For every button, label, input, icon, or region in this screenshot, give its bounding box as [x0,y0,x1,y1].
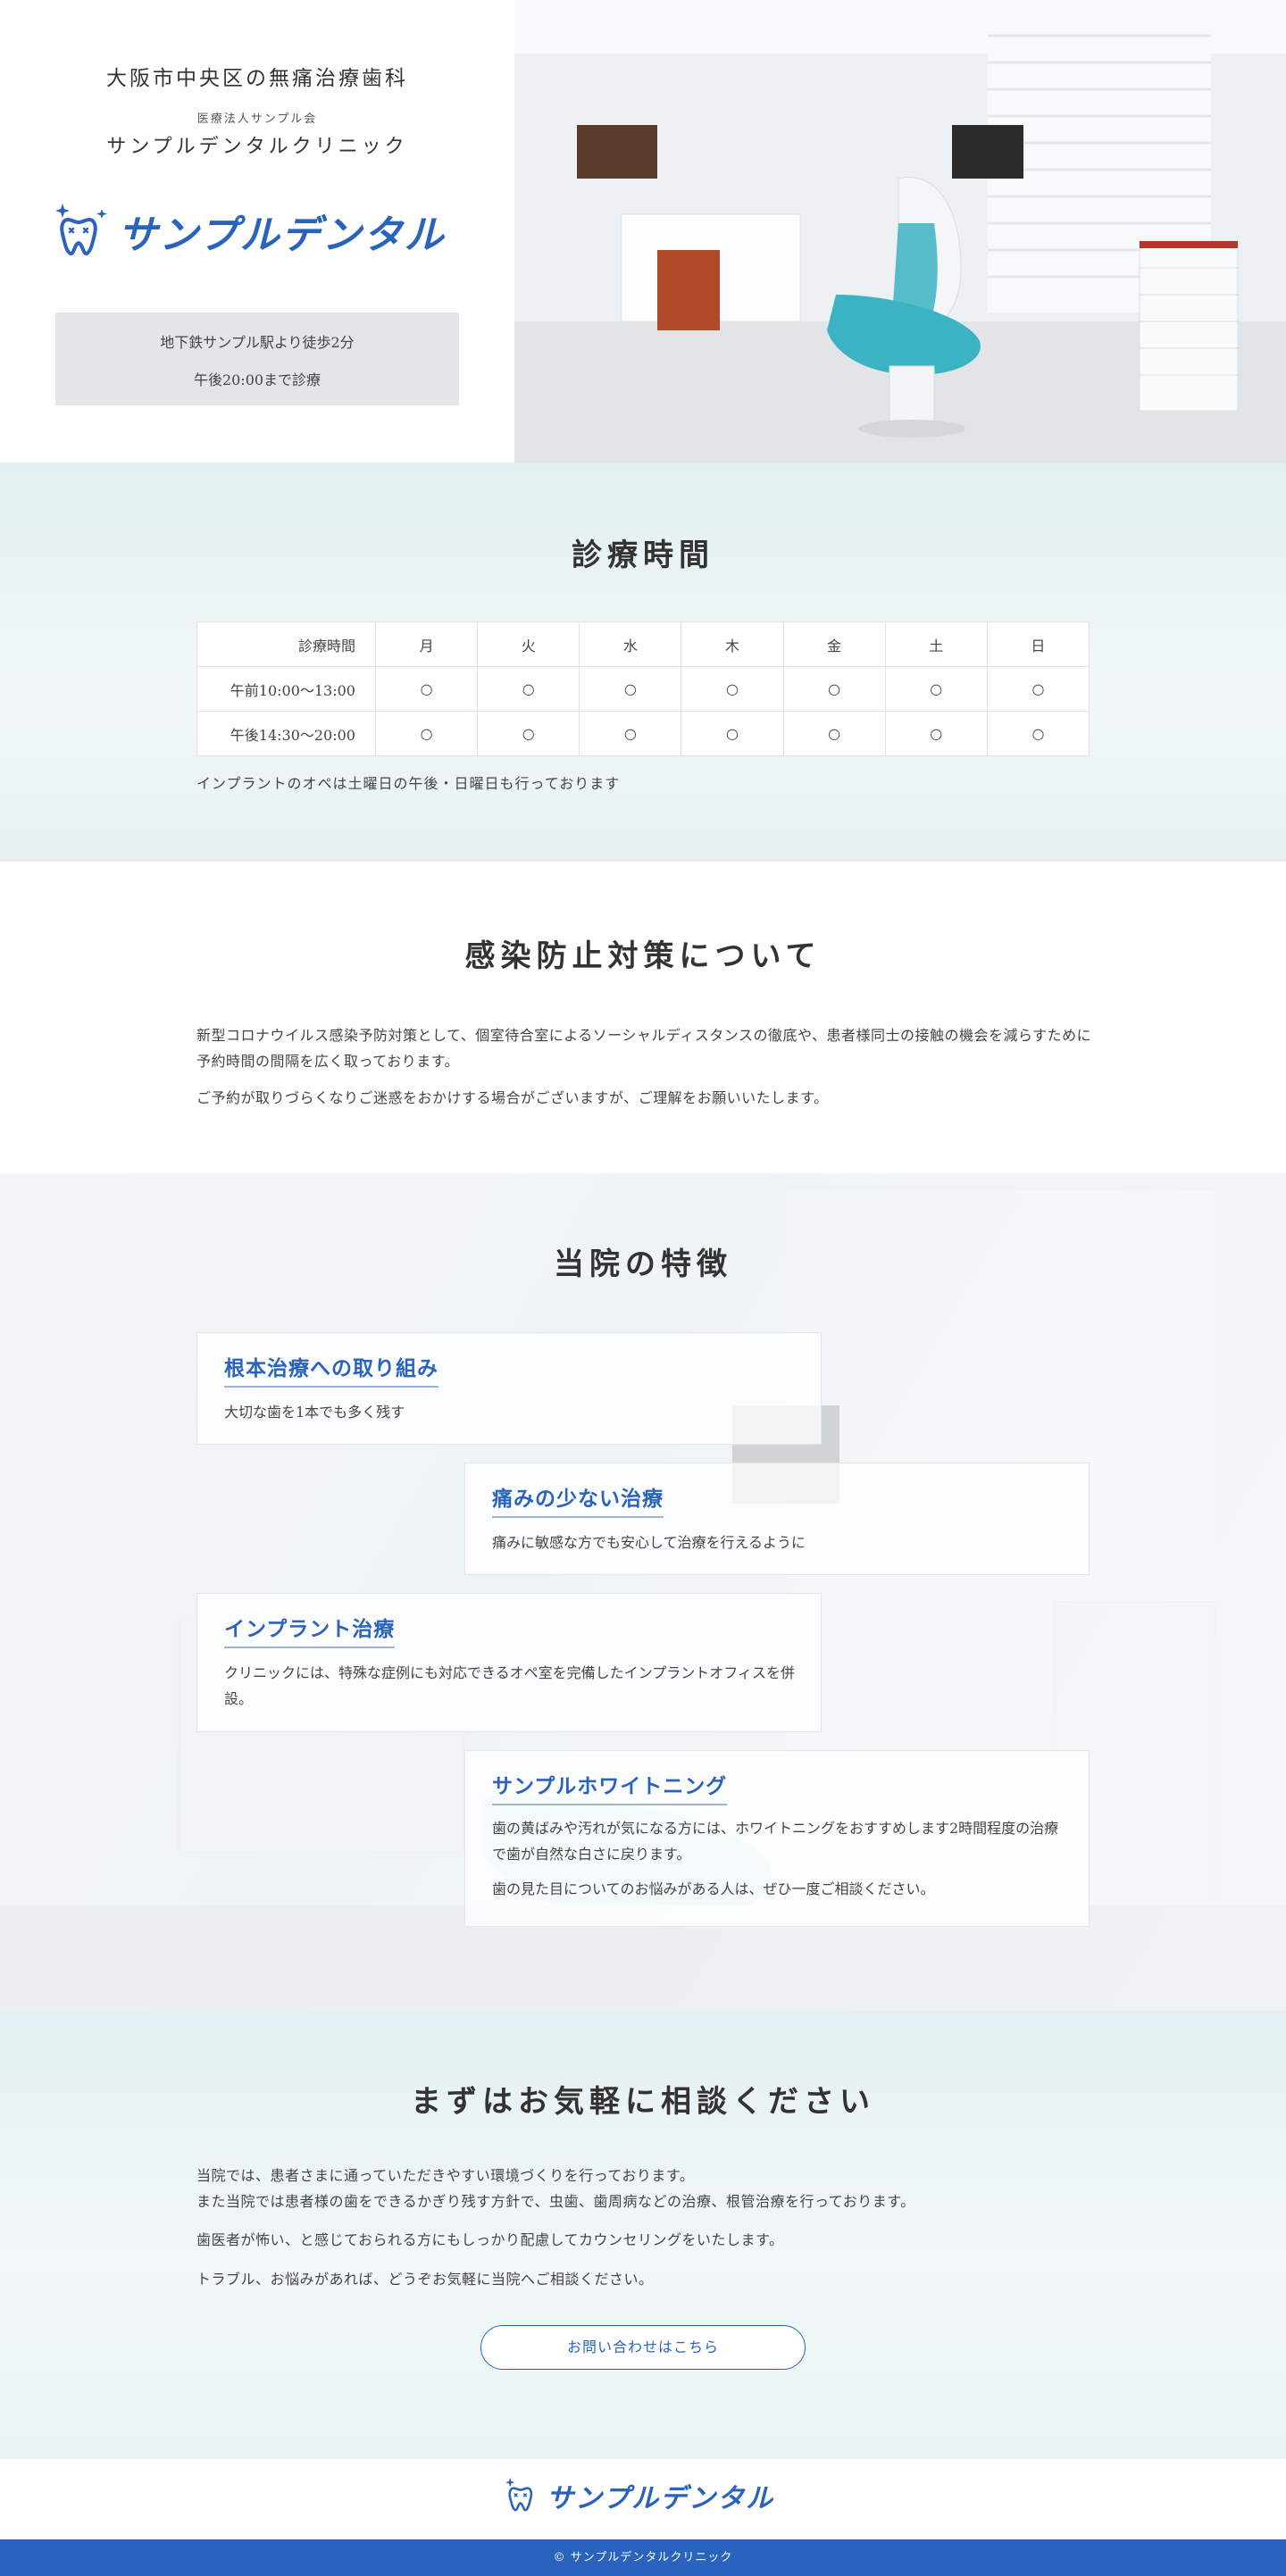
logo-wordmark: サンプルデンタル [547,2483,775,2514]
feature-card-painless: 痛みの少ない治療 痛みに敏感な方でも安心して治療を行えるように [464,1463,1090,1575]
infection-paragraph-1: 新型コロナウイルス感染予防対策として、個室待合室によるソーシャルディスタンスの徹… [196,1027,1092,1070]
open-mark: ○ [579,711,682,756]
hours-title: 診療時間 [572,538,714,573]
header-cell: 月 [374,621,479,667]
open-mark: ○ [374,666,479,712]
logo-wordmark: サンプルデンタル [118,213,446,258]
hero-clinic-photo [514,0,1286,463]
tooth-sparkle-icon [505,2478,533,2512]
hero-lead: 大阪市中央区の無痛治療歯科 [106,67,408,90]
table-row: 午後14:30〜20:00 ○ ○ ○ ○ ○ ○ ○ [196,711,1090,756]
access-info-box: 地下鉄サンプル駅より徒歩2分 午後20:00まで診療 [55,313,459,405]
open-mark: ○ [477,666,580,712]
consult-paragraph-1: 当院では、患者さまに通っていただきやすい環境づくりを行っております。 また当院で… [196,2167,915,2210]
feature-text: 歯の黄ばみや汚れが気になる方には、ホワイトニングをおすすめします2時間程度の治療… [492,1820,1059,1863]
feature-card-root-canal: 根本治療への取り組み 大切な歯を1本でも多く残す [196,1332,822,1445]
footer: サンプルデンタル [0,2459,1286,2539]
consultation-hours-section: 診療時間 診療時間 月 火 水 木 金 土 日 午前10:00〜13:00 ○ … [0,463,1286,859]
open-mark: ○ [681,711,784,756]
feature-card-implant: インプラント治療 クリニックには、特殊な症例にも対応できるオペ室を完備したインプ… [196,1593,822,1732]
open-mark: ○ [477,711,580,756]
feature-text: 痛みに敏感な方でも安心して治療を行えるように [492,1534,806,1551]
header-cell: 診療時間 [196,621,376,667]
consultation-section: まずはお気軽に相談ください 当院では、患者さまに通っていただきやすい環境づくりを… [0,2011,1286,2459]
contact-button[interactable]: お問い合わせはこちら [480,2325,806,2370]
header-cell: 金 [782,621,886,667]
feature-title: サンプルホワイトニング [492,1769,728,1805]
consult-title: まずはお気軽に相談ください [411,2084,875,2120]
open-mark: ○ [579,666,682,712]
table-header-row: 診療時間 月 火 水 木 金 土 日 [196,621,1090,667]
clinic-logo[interactable]: サンプルデンタル [55,202,446,261]
open-mark: ○ [782,711,886,756]
copyright-text: © サンプルデンタルクリニック [553,2551,733,2564]
hours-note: インプラントのオペは土曜日の午後・日曜日も行っております [196,775,621,792]
feature-title: 根本治療への取り組み [224,1351,438,1388]
infection-prevention-section: 感染防止対策について 新型コロナウイルス感染予防対策として、個室待合室によるソー… [0,859,1286,1173]
open-mark: ○ [884,711,988,756]
footer-logo[interactable]: サンプルデンタル [505,2475,774,2516]
feature-title: インプラント治療 [224,1612,396,1648]
table-row: 午前10:00〜13:00 ○ ○ ○ ○ ○ ○ ○ [196,666,1090,712]
time-cell: 午前10:00〜13:00 [196,666,376,712]
hero-clinic-name: サンプルデンタルクリニック [106,136,408,158]
copyright-bar: © サンプルデンタルクリニック [0,2539,1286,2576]
feature-text: 歯の見た目についてのお悩みがある人は、ぜひ一度ご相談ください。 [492,1880,935,1897]
feature-text: クリニックには、特殊な症例にも対応できるオペ室を完備したインプラントオフィスを併… [224,1664,795,1707]
hero-section: 大阪市中央区の無痛治療歯科 医療法人サンプル会 サンプルデンタルクリニック サン… [0,0,1286,463]
dental-clinic-image [514,0,1286,463]
open-mark: ○ [782,666,886,712]
open-mark: ○ [374,711,479,756]
infection-paragraph-2: ご予約が取りづらくなりご迷惑をおかけする場合がございますが、ご理解をお願いいたし… [196,1089,829,1106]
header-cell: 日 [986,621,1090,667]
header-cell: 水 [579,621,682,667]
consult-paragraph-3: トラブル、お悩みがあれば、どうぞお気軽に当院へご相談ください。 [196,2271,654,2288]
open-mark: ○ [884,666,988,712]
feature-text: 大切な歯を1本でも多く残す [224,1404,405,1421]
time-cell: 午後14:30〜20:00 [196,711,376,756]
features-title: 当院の特徴 [554,1246,732,1282]
features-section: 当院の特徴 根本治療への取り組み 大切な歯を1本でも多く残す 痛みの少ない治療 … [0,1173,1286,2011]
tooth-sparkle-icon [55,204,107,255]
header-cell: 土 [884,621,988,667]
hero-corporation: 医療法人サンプル会 [196,113,318,126]
header-cell: 木 [681,621,784,667]
consult-paragraph-2: 歯医者が怖い、と感じておられる方にもしっかり配慮してカウンセリングをいたします。 [196,2231,784,2248]
open-mark: ○ [986,711,1090,756]
open-mark: ○ [681,666,784,712]
access-hours: 午後20:00まで診療 [193,371,322,388]
access-station: 地下鉄サンプル駅より徒歩2分 [160,334,355,351]
feature-card-whitening: サンプルホワイトニング 歯の黄ばみや汚れが気になる方には、ホワイトニングをおすす… [464,1750,1090,1927]
hero-info-panel: 大阪市中央区の無痛治療歯科 医療法人サンプル会 サンプルデンタルクリニック サン… [0,0,514,463]
header-cell: 火 [477,621,580,667]
infection-title: 感染防止対策について [464,938,822,974]
open-mark: ○ [986,666,1090,712]
feature-title: 痛みの少ない治療 [492,1481,664,1518]
hours-table: 診療時間 月 火 水 木 金 土 日 午前10:00〜13:00 ○ ○ ○ ○… [196,621,1090,756]
